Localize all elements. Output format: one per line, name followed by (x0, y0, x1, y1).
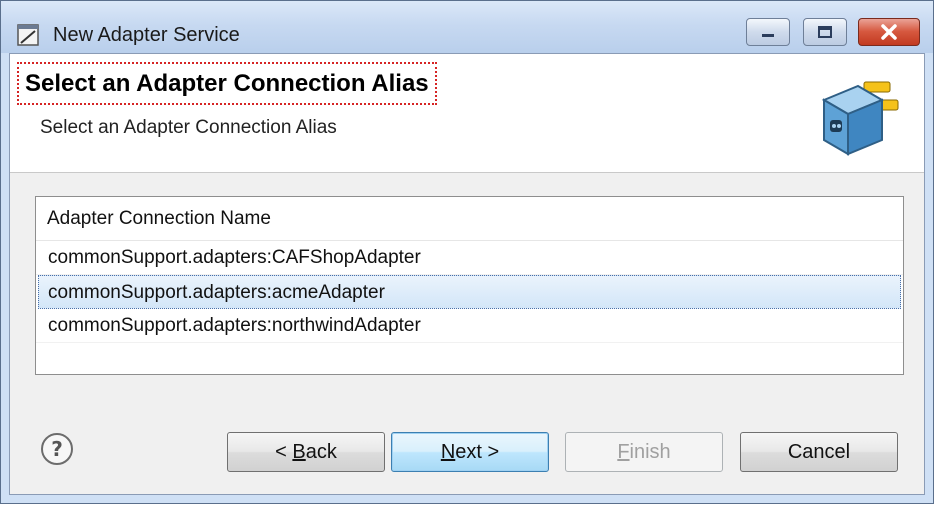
app-icon (17, 24, 39, 46)
content-area: Adapter Connection Name commonSupport.ad… (10, 173, 924, 397)
cancel-button[interactable]: Cancel (740, 432, 898, 472)
next-label-rest: ext > (455, 440, 500, 463)
list-item[interactable]: commonSupport.adapters:northwindAdapter (36, 309, 903, 343)
maximize-button[interactable] (803, 18, 847, 46)
adapter-plug-icon (821, 81, 899, 156)
list-item[interactable]: commonSupport.adapters:CAFShopAdapter (36, 241, 903, 275)
title-bar[interactable]: New Adapter Service (1, 1, 933, 53)
back-mnemonic: B (292, 440, 306, 463)
dialog-client-area: Select an Adapter Connection Alias Selec… (9, 53, 925, 495)
back-label-rest: ack (305, 440, 337, 463)
finish-label-rest: inish (629, 440, 671, 463)
svg-text:?: ? (51, 437, 63, 461)
wizard-banner: Select an Adapter Connection Alias Selec… (10, 54, 924, 173)
list-item-selected[interactable]: commonSupport.adapters:acmeAdapter (38, 275, 901, 309)
back-prefix: < (275, 440, 293, 463)
finish-mnemonic: F (617, 440, 630, 463)
minimize-button[interactable] (746, 18, 790, 46)
page-description: Select an Adapter Connection Alias (40, 117, 337, 138)
close-button[interactable] (858, 18, 920, 46)
minimize-icon (762, 34, 774, 37)
restore-icon (818, 26, 832, 38)
close-icon (881, 24, 897, 40)
cancel-label: Cancel (787, 440, 851, 463)
next-mnemonic: N (440, 440, 456, 463)
question-mark-icon[interactable]: ? (40, 432, 74, 466)
page-title: Select an Adapter Connection Alias (17, 62, 437, 105)
dialog-window: New Adapter Service Select an Adapter Co… (0, 0, 934, 504)
window-title: New Adapter Service (53, 24, 240, 46)
column-header[interactable]: Adapter Connection Name (36, 197, 903, 241)
back-button[interactable]: < Back (227, 432, 385, 472)
next-button[interactable]: Next > (391, 432, 549, 472)
connection-list[interactable]: Adapter Connection Name commonSupport.ad… (35, 196, 904, 375)
finish-button[interactable]: Finish (565, 432, 723, 472)
button-bar: ? < Back Next > Finish Cancel (10, 397, 924, 494)
